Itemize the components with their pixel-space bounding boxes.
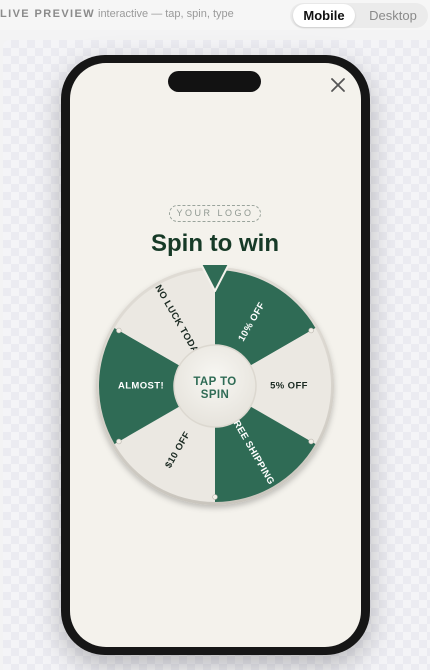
popup-headline: Spin to win xyxy=(151,230,279,257)
close-button[interactable] xyxy=(328,75,348,95)
preview-toolbar: LIVE PREVIEW interactive — tap, spin, ty… xyxy=(0,0,430,30)
wheel-peg xyxy=(116,438,122,445)
wheel-peg xyxy=(308,327,314,334)
hub-label-line1: TAP TO xyxy=(193,376,236,388)
wheel-peg xyxy=(212,494,218,500)
wheel-peg xyxy=(308,438,314,445)
close-icon xyxy=(331,78,345,92)
hub-label-line2: SPIN xyxy=(201,389,229,401)
wheel-graphic: 10% OFF5% OFFFREE SHIPPING$10 OFFALMOST!… xyxy=(96,263,334,505)
tab-mobile[interactable]: Mobile xyxy=(293,4,355,27)
device-toggle: Mobile Desktop xyxy=(290,3,428,28)
logo-placeholder: YOUR LOGO xyxy=(169,205,261,222)
live-preview-label: LIVE PREVIEW xyxy=(0,8,96,20)
wheel-peg xyxy=(116,327,122,334)
wheel-segment-label: 5% OFF xyxy=(270,381,308,392)
spin-wheel[interactable]: 10% OFF 5% OFF FREE SHIPPING $10 OFF ALMOST!… xyxy=(95,263,335,508)
wheel-segment-label: ALMOST! xyxy=(118,381,164,392)
phone-notch xyxy=(168,71,261,92)
tab-desktop[interactable]: Desktop xyxy=(360,3,426,28)
preview-subtitle: interactive — tap, spin, type xyxy=(98,8,234,20)
